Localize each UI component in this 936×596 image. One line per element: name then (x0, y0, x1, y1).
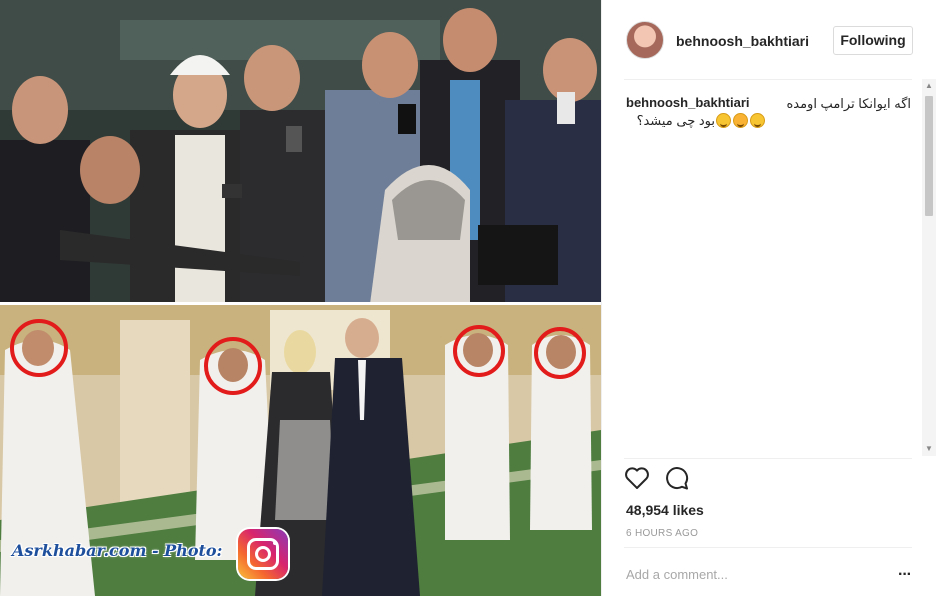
header-divider (624, 79, 912, 80)
instagram-logo-icon (238, 529, 288, 579)
caption-text-line2: بود چی میشد؟ (626, 112, 766, 129)
caption-username[interactable]: behnoosh_bakhtiari (626, 95, 750, 110)
post-timestamp[interactable]: 6 HOURS AGO (626, 528, 698, 539)
post-photo-collage (0, 0, 601, 596)
image-watermark: Asrkhabar.com - Photo: (12, 541, 223, 560)
likes-count[interactable]: 48,954 likes (626, 502, 704, 518)
caption-text-line1: اگه ایوانکا ترامپ اومده (786, 96, 911, 111)
heart-icon[interactable] (624, 466, 650, 490)
more-options-icon[interactable]: ··· (898, 566, 912, 584)
add-comment-input[interactable]: Add a comment... (626, 567, 728, 582)
scroll-thumb[interactable] (925, 96, 933, 216)
caption-area: behnoosh_bakhtiari اگه ایوانکا ترامپ اوم… (626, 92, 916, 452)
avatar[interactable] (626, 21, 664, 59)
post-header: behnoosh_bakhtiari Following (602, 0, 936, 79)
following-button[interactable]: Following (833, 26, 913, 55)
speech-bubble-icon[interactable] (664, 466, 690, 490)
scroll-up-arrow-icon[interactable]: ▲ (922, 79, 936, 93)
post-side-panel: behnoosh_bakhtiari Following behnoosh_ba… (601, 0, 936, 596)
caption-scrollbar[interactable]: ▲ ▼ (922, 79, 936, 456)
post-image[interactable]: Asrkhabar.com - Photo: (0, 0, 601, 596)
scroll-down-arrow-icon[interactable]: ▼ (922, 442, 936, 456)
comment-divider (624, 547, 912, 548)
grimacing-face-emoji-icon (716, 113, 731, 128)
username-link[interactable]: behnoosh_bakhtiari (676, 33, 809, 49)
face-with-tears-of-joy-emoji-icon (733, 113, 748, 128)
grimacing-face-emoji-icon (750, 113, 765, 128)
actions-divider (624, 458, 912, 459)
caption-text-line2-words: بود چی میشد؟ (636, 113, 715, 128)
